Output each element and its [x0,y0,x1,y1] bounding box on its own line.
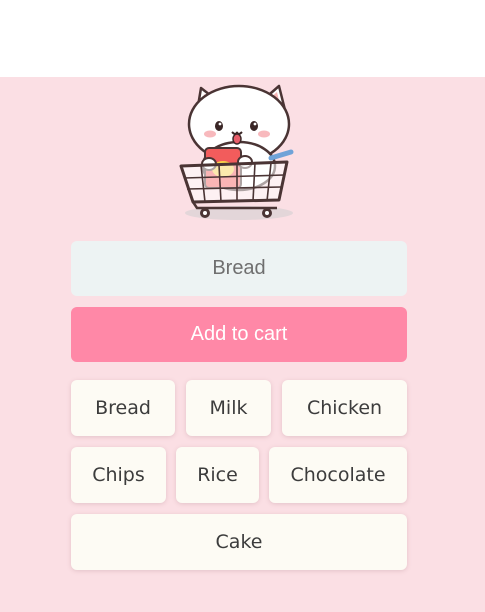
item-chip-bread[interactable]: Bread [71,380,175,436]
item-chip-milk[interactable]: Milk [186,380,271,436]
item-chip-cake[interactable]: Cake [71,514,407,570]
add-to-cart-button[interactable]: Add to cart [71,307,407,362]
item-chip-rice[interactable]: Rice [176,447,259,503]
item-chip-chocolate[interactable]: Chocolate [269,447,407,503]
item-input[interactable] [71,241,407,296]
shopping-panel: Add to cart Bread Milk Chicken Chips Ric… [0,77,485,612]
cat-in-shopping-cart-icon [179,84,294,220]
item-chip-chicken[interactable]: Chicken [282,380,407,436]
top-blank-area [0,0,485,77]
item-chip-chips[interactable]: Chips [71,447,166,503]
